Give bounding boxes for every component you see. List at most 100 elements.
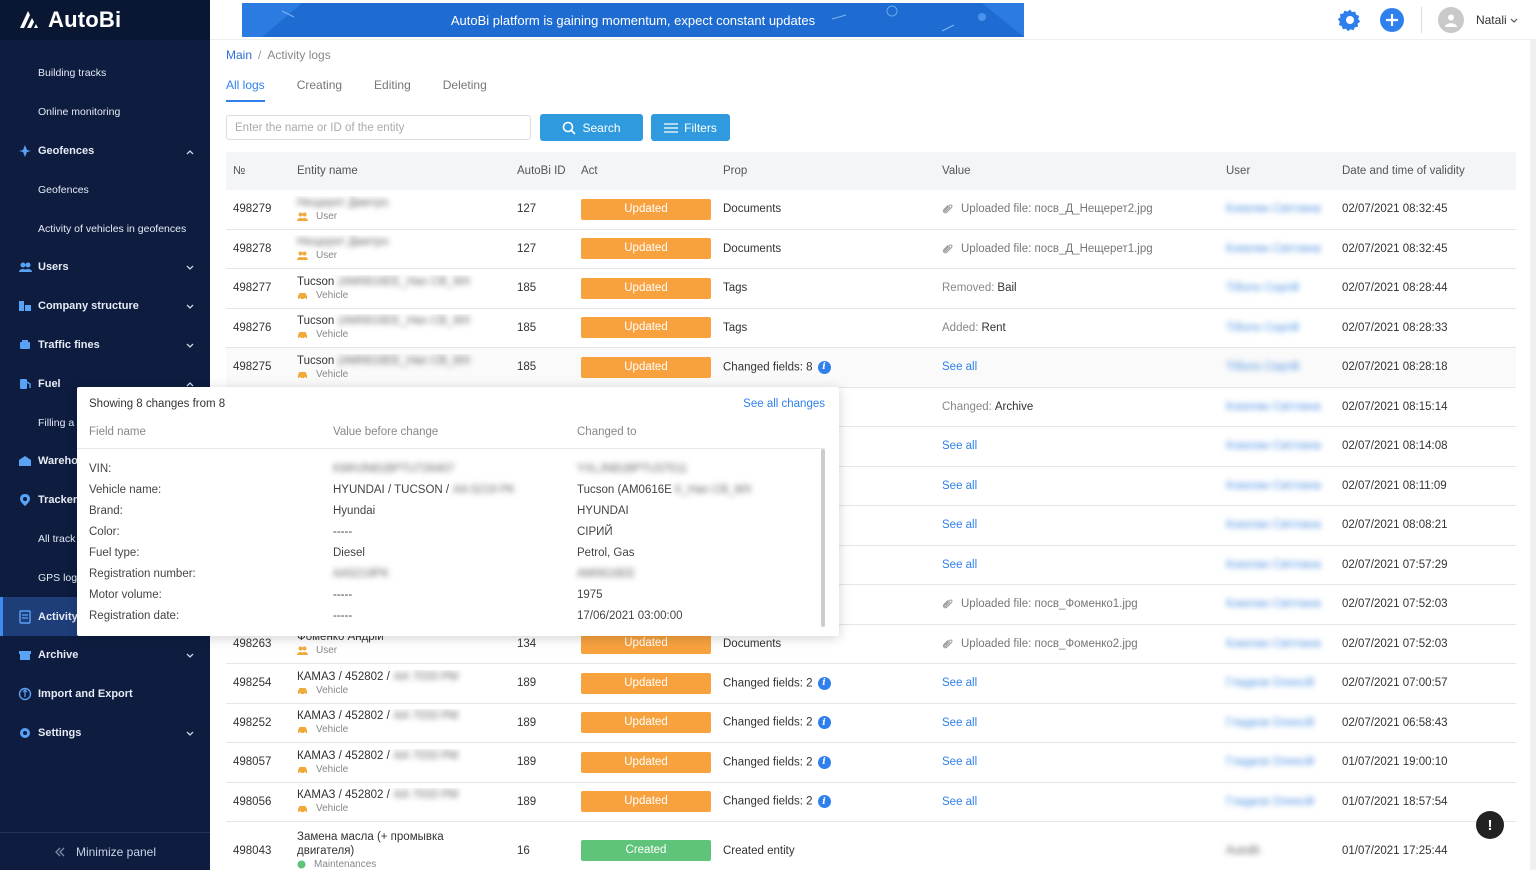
popup-change-row: Registration date: ----- 17/06/2021 03:00:… xyxy=(89,605,824,626)
entity-name[interactable]: Замена масла (+ промывка xyxy=(297,830,510,844)
top-header: AutoBi platform is gaining momentum, exp… xyxy=(210,0,1536,40)
table-row[interactable]: 498277 Tucson (AM0616EE_Han CB_MX Vehicle 18… xyxy=(226,269,1516,309)
user-group-icon xyxy=(297,251,312,261)
popup-scrollbar[interactable] xyxy=(821,449,825,627)
popup-col-field: Field name xyxy=(89,426,146,438)
table-row[interactable]: 498043 Замена масла (+ промывка двигателя)… xyxy=(226,822,1516,870)
user-cell[interactable]: Тіболо Сергій xyxy=(1219,361,1335,373)
user-cell[interactable]: Тіболо Сергій xyxy=(1219,282,1335,294)
entity-name[interactable]: КАМАЗ / 452802 /АА 7033 РМ xyxy=(297,670,510,684)
autobi-logo-icon xyxy=(20,11,38,28)
entity-type-label: Vehicle xyxy=(316,289,349,301)
date-cell: 01/07/2021 19:00:10 xyxy=(1342,756,1448,769)
see-all-link[interactable]: See all xyxy=(942,480,977,492)
table-row[interactable]: 498278 Нещерет Дмитро User 127 Updated Docume… xyxy=(226,230,1516,269)
user-cell[interactable]: Гладков Олексій xyxy=(1219,677,1335,689)
entity-name[interactable]: КАМАЗ / 452802 /АА 7033 РМ xyxy=(297,749,510,763)
exclamation-icon: ! xyxy=(1487,816,1493,834)
tab-editing[interactable]: Editing xyxy=(374,78,411,102)
tab-deleting[interactable]: Deleting xyxy=(443,78,487,102)
user-cell[interactable]: Гладков Олексій xyxy=(1219,796,1335,808)
sidebar-item-building-tracks[interactable]: Building tracks xyxy=(0,54,210,93)
user-cell[interactable]: Кокелан Світлана xyxy=(1219,559,1335,571)
see-all-link[interactable]: See all xyxy=(942,519,977,531)
add-button[interactable] xyxy=(1379,7,1405,33)
sidebar-item-import-and-export[interactable]: Import and Export xyxy=(0,675,210,714)
settings-button[interactable] xyxy=(1337,7,1363,33)
entity-cell: КАМАЗ / 452802 /АА 7033 РМ Vehicle xyxy=(290,749,510,776)
user-cell[interactable]: Кокелан Світлана xyxy=(1219,638,1335,650)
user-cell[interactable]: AutoBi xyxy=(1219,845,1335,857)
user-cell[interactable]: Кокелан Світлана xyxy=(1219,480,1335,492)
value-text: Rent xyxy=(981,321,1006,334)
entity-name[interactable]: Нещерет Дмитро xyxy=(297,235,510,249)
see-all-link[interactable]: See all xyxy=(942,756,977,768)
info-icon[interactable]: i xyxy=(817,676,831,690)
user-cell[interactable]: Кокелан Світлана xyxy=(1219,401,1335,413)
breadcrumb-main-link[interactable]: Main xyxy=(226,48,252,62)
info-icon[interactable]: i xyxy=(817,795,831,809)
chevron-down-icon xyxy=(186,340,194,352)
table-row[interactable]: 498056 КАМАЗ / 452802 /АА 7033 РМ Vehicle 1… xyxy=(226,783,1516,822)
tab-all-logs[interactable]: All logs xyxy=(226,78,265,102)
table-row[interactable]: 498252 КАМАЗ / 452802 /АА 7033 РМ Vehicle 1… xyxy=(226,704,1516,743)
sidebar-item-online-monitoring[interactable]: Online monitoring xyxy=(0,93,210,132)
sidebar-item-traffic-fines[interactable]: Traffic fines xyxy=(0,326,210,365)
sidebar-item-geofences[interactable]: Geofences xyxy=(0,132,210,171)
see-all-link[interactable]: See all xyxy=(942,796,977,808)
sidebar-item-geofences[interactable]: Geofences xyxy=(0,170,210,209)
announcement-banner[interactable]: AutoBi platform is gaining momentum, exp… xyxy=(242,3,1024,37)
page-scrollbar[interactable] xyxy=(1530,40,1536,870)
user-cell[interactable]: Кокелан Світлана xyxy=(1219,440,1335,452)
sidebar-item-users[interactable]: Users xyxy=(0,248,210,287)
user-cell[interactable]: Кокелан Світлана xyxy=(1219,519,1335,531)
entity-name[interactable]: КАМАЗ / 452802 /АА 7033 РМ xyxy=(297,788,510,802)
tab-creating[interactable]: Creating xyxy=(297,78,342,102)
sidebar-item-activity-of-vehicles-in-geofences[interactable]: Activity of vehicles in geofences xyxy=(0,209,210,248)
help-chat-button[interactable]: ! xyxy=(1476,811,1504,839)
act-badge: Updated xyxy=(581,633,711,655)
app-logo[interactable]: AutoBi xyxy=(0,0,210,40)
user-cell[interactable]: Тіболо Сергій xyxy=(1219,322,1335,334)
user-menu[interactable]: Natali xyxy=(1476,13,1518,27)
sidebar-item-archive[interactable]: Archive xyxy=(0,636,210,675)
table-row[interactable]: 498279 Нещерет Дмитро User 127 Updated Docume… xyxy=(226,190,1516,230)
user-cell[interactable]: Гладков Олексій xyxy=(1219,756,1335,768)
see-all-link[interactable]: See all xyxy=(942,559,977,571)
info-icon[interactable]: i xyxy=(817,716,831,730)
see-all-link[interactable]: See all xyxy=(942,677,977,689)
sidebar-item-company-structure[interactable]: Company structure xyxy=(0,287,210,326)
user-cell[interactable]: Кокелан Світлана xyxy=(1219,598,1335,610)
entity-name[interactable]: Tucson (AM0616EE_Han CB_MX xyxy=(297,354,510,368)
table-row[interactable]: 498275 Tucson (AM0616EE_Han CB_MX Vehicle 18… xyxy=(226,348,1516,388)
table-row[interactable]: 498276 Tucson (AM0616EE_Han CB_MX Vehicle 18… xyxy=(226,309,1516,348)
info-icon[interactable]: i xyxy=(817,755,831,769)
date-cell: 01/07/2021 18:57:54 xyxy=(1342,795,1448,808)
value-cell: Uploaded file: посв_Д_Нещерет1.jpg xyxy=(935,243,1219,255)
table-row[interactable]: 498254 КАМАЗ / 452802 /АА 7033 РМ Vehicle 1… xyxy=(226,664,1516,704)
prop-cell: Changed fields: 2 i xyxy=(716,676,935,690)
date-cell: 02/07/2021 08:11:09 xyxy=(1342,479,1447,492)
see-all-changes-link[interactable]: See all changes xyxy=(743,398,825,410)
see-all-link[interactable]: See all xyxy=(942,440,977,452)
info-icon[interactable]: i xyxy=(817,360,831,374)
user-cell[interactable]: Кокелан Світлана xyxy=(1219,203,1335,215)
entity-name[interactable]: КАМАЗ / 452802 /АА 7033 РМ xyxy=(297,709,510,723)
filters-button[interactable]: Filters xyxy=(651,114,730,141)
avatar[interactable] xyxy=(1437,7,1464,33)
table-row[interactable]: 498057 КАМАЗ / 452802 /АА 7033 РМ Vehicle 1… xyxy=(226,743,1516,783)
value-cell: Removed: Bail xyxy=(935,282,1219,294)
user-cell[interactable]: Кокелан Світлана xyxy=(1219,243,1335,255)
minimize-panel-button[interactable]: Minimize panel xyxy=(0,832,210,870)
see-all-link[interactable]: See all xyxy=(942,361,977,373)
user-cell[interactable]: Гладков Олексій xyxy=(1219,717,1335,729)
search-button[interactable]: Search xyxy=(540,114,643,141)
entity-name[interactable]: Нещерет Дмитро xyxy=(297,196,510,210)
entity-cell: Tucson (AM0616EE_Han CB_MX Vehicle xyxy=(290,354,510,381)
search-input[interactable] xyxy=(226,115,531,140)
sidebar-item-settings[interactable]: Settings xyxy=(0,714,210,753)
entity-name[interactable]: Tucson (AM0616EE_Han CB_MX xyxy=(297,275,510,289)
log-id: 498263 xyxy=(233,637,272,650)
entity-name[interactable]: Tucson (AM0616EE_Han CB_MX xyxy=(297,314,510,328)
see-all-link[interactable]: See all xyxy=(942,717,977,729)
